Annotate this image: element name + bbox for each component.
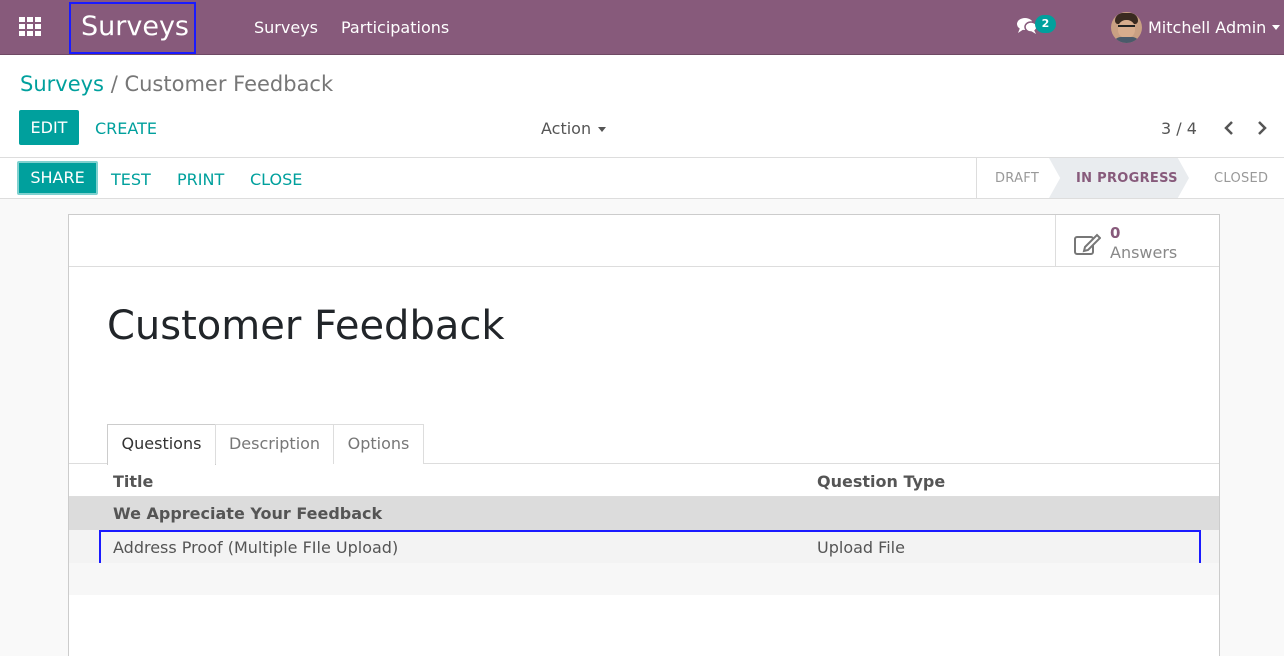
avatar[interactable] — [1111, 12, 1142, 43]
apps-menu-icon[interactable] — [19, 17, 41, 37]
pager-value[interactable]: 3 / 4 — [1161, 119, 1197, 138]
chevron-down-icon[interactable] — [1272, 25, 1280, 30]
column-question-type[interactable]: Question Type — [817, 472, 945, 491]
column-title[interactable]: Title — [113, 472, 153, 491]
test-button[interactable]: TEST — [111, 170, 151, 189]
close-button[interactable]: CLOSE — [250, 170, 302, 189]
stage-draft[interactable]: DRAFT — [995, 171, 1039, 186]
user-menu[interactable]: Mitchell Admin — [1148, 18, 1266, 37]
top-navbar: Surveys Surveys Participations 2 Mitchel… — [0, 0, 1284, 55]
question-title-cell: Address Proof (Multiple FIle Upload) — [113, 538, 399, 557]
chat-count-badge: 2 — [1035, 15, 1056, 33]
control-panel: Surveys / Customer Feedback EDIT CREATE … — [0, 55, 1284, 158]
status-bar: SHARE TEST PRINT CLOSE DRAFT IN PROGRESS… — [0, 158, 1284, 199]
edit-button[interactable]: EDIT — [19, 110, 79, 145]
stage-closed[interactable]: CLOSED — [1214, 171, 1268, 186]
tab-options[interactable]: Options — [333, 424, 424, 464]
chat-icon[interactable] — [1017, 17, 1037, 35]
answers-stat-button[interactable]: 0 Answers — [1055, 215, 1219, 267]
tab-questions[interactable]: Questions — [107, 424, 216, 465]
table-row[interactable]: Address Proof (Multiple FIle Upload) Upl… — [69, 530, 1219, 570]
action-dropdown[interactable]: Action — [541, 119, 607, 138]
breadcrumb: Surveys / Customer Feedback — [20, 72, 333, 96]
action-label: Action — [541, 119, 592, 138]
menu-participations[interactable]: Participations — [341, 18, 449, 37]
stage-pipeline: DRAFT IN PROGRESS CLOSED — [976, 158, 1284, 199]
create-button[interactable]: CREATE — [95, 119, 157, 138]
answers-count: 0 — [1110, 224, 1121, 242]
button-box: 0 Answers — [69, 215, 1219, 267]
survey-title: Customer Feedback — [107, 303, 505, 349]
app-brand[interactable]: Surveys — [69, 2, 196, 54]
caret-down-icon — [598, 127, 607, 132]
section-title: We Appreciate Your Feedback — [113, 504, 383, 523]
form-sheet: 0 Answers Customer Feedback Questions De… — [68, 214, 1220, 656]
notebook-tabs: Questions Description Options — [69, 424, 1219, 465]
question-type-cell: Upload File — [817, 538, 905, 557]
breadcrumb-root[interactable]: Surveys — [20, 72, 104, 96]
menu-surveys[interactable]: Surveys — [254, 18, 318, 37]
share-button[interactable]: SHARE — [17, 161, 98, 195]
empty-row — [69, 563, 1219, 595]
table-header: Title Question Type — [69, 464, 1219, 497]
tab-description[interactable]: Description — [215, 424, 334, 464]
breadcrumb-current: Customer Feedback — [124, 72, 334, 96]
answers-label: Answers — [1110, 243, 1178, 262]
edit-icon — [1074, 233, 1101, 255]
questions-table: Title Question Type We Appreciate Your F… — [69, 464, 1219, 595]
section-row[interactable]: We Appreciate Your Feedback — [69, 497, 1219, 530]
stage-in-progress[interactable]: IN PROGRESS — [1076, 171, 1178, 186]
print-button[interactable]: PRINT — [177, 170, 224, 189]
chevron-left-icon[interactable] — [1222, 119, 1236, 137]
breadcrumb-separator: / — [110, 72, 118, 96]
chevron-right-icon[interactable] — [1255, 119, 1269, 137]
